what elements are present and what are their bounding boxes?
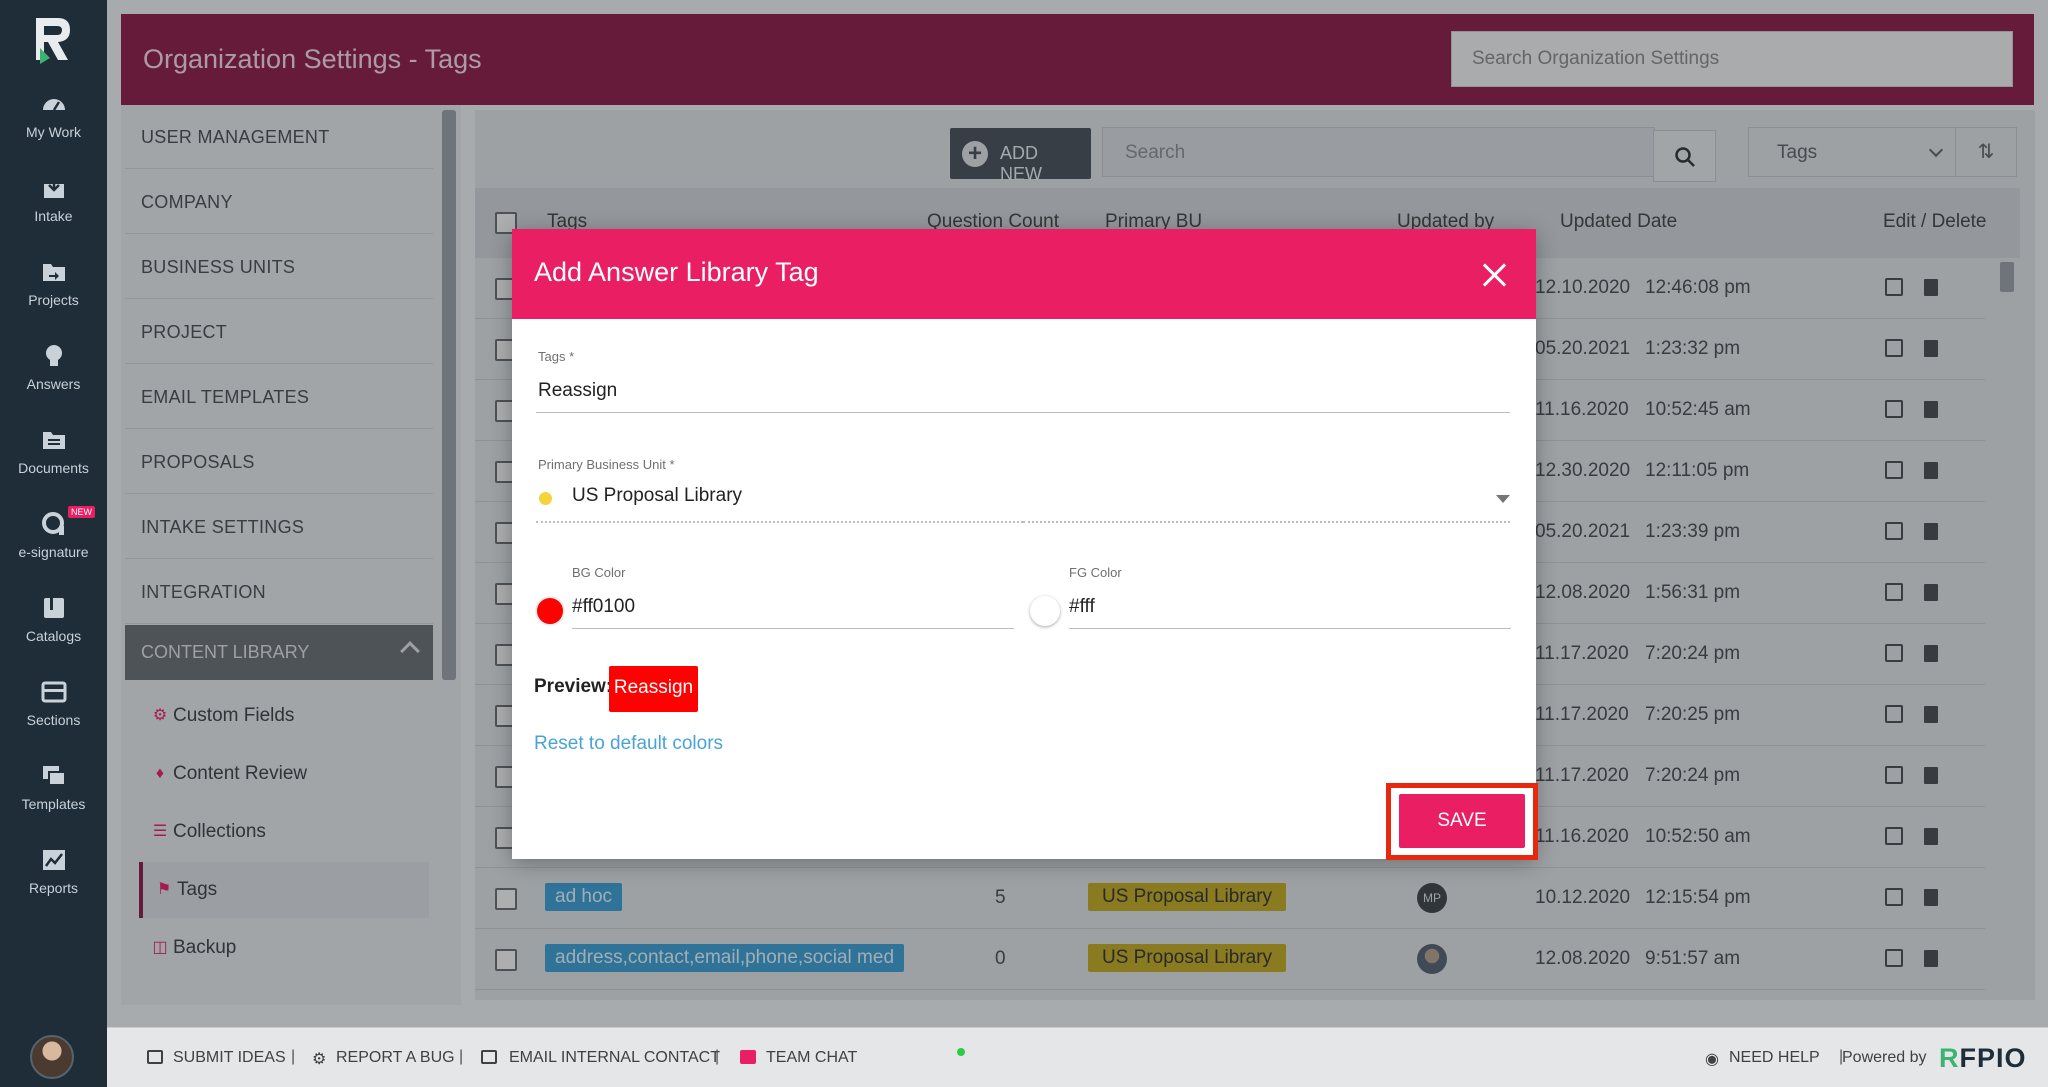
rail-intake[interactable]: Intake bbox=[0, 174, 107, 244]
submit-ideas-link[interactable]: SUBMIT IDEAS bbox=[173, 1049, 286, 1067]
fg-color-label: FG Color bbox=[1069, 565, 1122, 580]
new-badge: NEW bbox=[68, 506, 95, 518]
bg-color-field[interactable]: #ff0100 bbox=[572, 596, 635, 618]
tags-field[interactable]: Reassign bbox=[538, 380, 617, 402]
tags-field-label: Tags * bbox=[538, 349, 575, 364]
user-avatar[interactable] bbox=[30, 1035, 74, 1079]
projects-icon bbox=[42, 264, 65, 281]
sections-icon bbox=[41, 681, 66, 703]
rail-label: My Work bbox=[26, 124, 81, 140]
help-icon: ◉ bbox=[1705, 1051, 1719, 1068]
report-bug-link[interactable]: REPORT A BUG bbox=[336, 1049, 455, 1067]
email-contact-link[interactable]: EMAIL INTERNAL CONTACT bbox=[509, 1049, 720, 1067]
dropdown-caret-icon[interactable] bbox=[1496, 495, 1510, 503]
rail-label: e-signature bbox=[18, 544, 89, 560]
chart-icon bbox=[42, 850, 65, 870]
rail-my-work[interactable]: My Work bbox=[0, 90, 107, 160]
lightbulb-icon bbox=[45, 345, 62, 366]
bu-field-underline bbox=[536, 521, 1023, 523]
book-icon bbox=[43, 598, 64, 618]
rail-label: Catalogs bbox=[25, 628, 82, 644]
reset-colors-link[interactable]: Reset to default colors bbox=[534, 733, 723, 755]
save-button[interactable]: SAVE bbox=[1399, 794, 1525, 848]
bu-field-label: Primary Business Unit * bbox=[538, 457, 675, 472]
preview-tag-chip: Reassign bbox=[609, 666, 698, 712]
bu-field-underline bbox=[1023, 521, 1510, 523]
chat-icon bbox=[740, 1050, 756, 1064]
fg-color-underline bbox=[1069, 628, 1511, 629]
tags-field-underline bbox=[536, 412, 1023, 413]
rail-catalogs[interactable]: Catalogs bbox=[0, 594, 107, 664]
rail-reports[interactable]: Reports bbox=[0, 846, 107, 916]
fg-color-field[interactable]: #fff bbox=[1069, 596, 1095, 618]
modal-header: Add Answer Library Tag bbox=[512, 229, 1536, 319]
rail-label: Templates bbox=[21, 796, 86, 812]
rail-e-signature[interactable]: e-signature bbox=[0, 510, 107, 580]
footer-divider: | bbox=[291, 1048, 296, 1065]
rail-answers[interactable]: Answers bbox=[0, 342, 107, 412]
online-status-dot bbox=[957, 1048, 965, 1056]
left-nav-rail: My Work Intake Projects Answers Document… bbox=[0, 0, 107, 1087]
powered-by-label: Powered by bbox=[1842, 1049, 1927, 1066]
rfpio-logo-r: R bbox=[1939, 1043, 1960, 1073]
bu-select-value[interactable]: US Proposal Library bbox=[572, 485, 742, 507]
lightbulb-icon bbox=[147, 1050, 163, 1064]
rail-label: Sections bbox=[26, 712, 81, 728]
app-logo-icon[interactable] bbox=[30, 14, 74, 66]
footer-divider: | bbox=[459, 1048, 464, 1065]
close-icon[interactable] bbox=[1482, 262, 1508, 288]
team-chat-link[interactable]: TEAM CHAT bbox=[766, 1049, 857, 1067]
mail-icon bbox=[481, 1050, 497, 1064]
signature-icon bbox=[41, 512, 64, 535]
modal-title: Add Answer Library Tag bbox=[534, 257, 819, 287]
rail-sections[interactable]: Sections bbox=[0, 678, 107, 748]
add-tag-modal: Add Answer Library Tag Tags * Reassign P… bbox=[512, 229, 1536, 859]
dashboard-icon bbox=[42, 99, 65, 111]
preview-label: Preview: bbox=[534, 676, 613, 697]
rail-documents[interactable]: Documents bbox=[0, 426, 107, 496]
bg-color-underline bbox=[572, 628, 1014, 629]
tags-field-underline bbox=[1023, 412, 1510, 413]
templates-icon bbox=[42, 766, 66, 786]
need-help-link[interactable]: NEED HELP bbox=[1729, 1049, 1820, 1067]
folder-icon bbox=[42, 432, 65, 449]
bu-color-dot bbox=[539, 492, 552, 505]
bug-icon: ⚙ bbox=[312, 1051, 327, 1068]
rail-label: Projects bbox=[28, 292, 79, 308]
fg-color-swatch[interactable] bbox=[1030, 596, 1060, 626]
rail-label: Reports bbox=[28, 880, 79, 896]
rail-projects[interactable]: Projects bbox=[0, 258, 107, 328]
rail-label: Answers bbox=[26, 376, 81, 392]
footer-bar: SUBMIT IDEAS | ⚙ REPORT A BUG | EMAIL IN… bbox=[107, 1027, 2048, 1087]
rail-label: Intake bbox=[34, 208, 73, 224]
rfpio-logo: RFPIO bbox=[1939, 1043, 2027, 1074]
rail-templates[interactable]: Templates bbox=[0, 762, 107, 832]
footer-divider: | bbox=[715, 1048, 720, 1065]
rail-label: Documents bbox=[18, 460, 89, 476]
intake-icon bbox=[43, 176, 64, 198]
bg-color-label: BG Color bbox=[572, 565, 626, 580]
bg-color-swatch[interactable] bbox=[535, 596, 565, 626]
rfpio-logo-text: FPIO bbox=[1959, 1043, 2027, 1073]
